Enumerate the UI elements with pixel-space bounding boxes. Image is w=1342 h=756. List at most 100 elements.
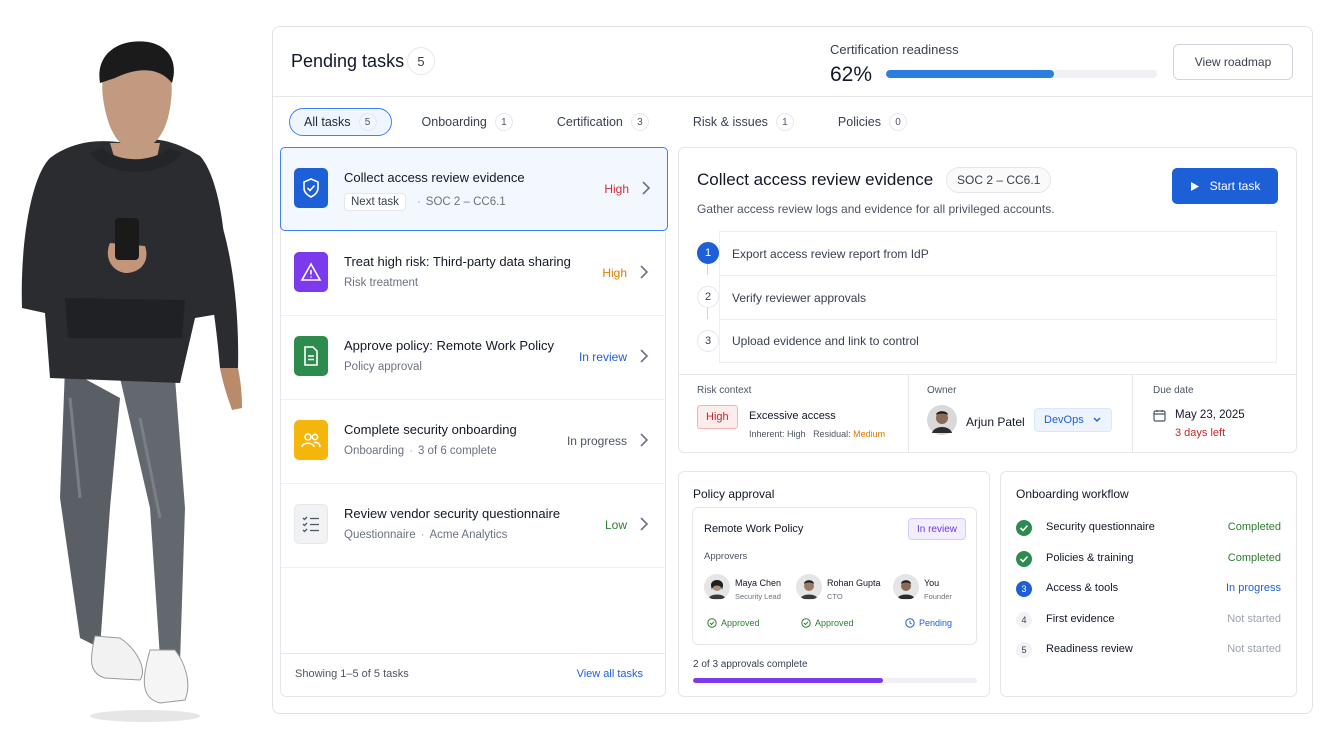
- tasks-card: Pending tasks 5 Certification readiness …: [272, 26, 1313, 714]
- task-item[interactable]: Approve policy: Remote Work Policy Polic…: [281, 316, 665, 400]
- task-progress: 3 of 6 complete: [417, 445, 497, 457]
- task-name: Treat high risk: Third-party data sharin…: [344, 254, 571, 269]
- workflow-step-label: Readiness review: [1046, 643, 1133, 655]
- step-item[interactable]: 1 Export access review report from IdP: [697, 231, 1277, 275]
- task-priority: Low: [604, 518, 627, 532]
- tab-label: Risk & issues: [692, 115, 768, 129]
- tab-risk-issues[interactable]: Risk & issues 1: [679, 108, 808, 136]
- chevron-right-icon: [640, 349, 649, 363]
- task-priority: High: [602, 266, 627, 280]
- task-meta: Risk treatment: [344, 277, 418, 289]
- task-meta-row: Risk context High Excessive access Inher…: [679, 374, 1296, 453]
- task-item[interactable]: Treat high risk: Third-party data sharin…: [281, 232, 665, 316]
- tab-onboarding[interactable]: Onboarding 1: [408, 108, 527, 136]
- task-item[interactable]: Review vendor security questionnaire Que…: [281, 484, 665, 568]
- control-chip: SOC 2 – CC6.1: [946, 167, 1052, 193]
- step-item[interactable]: 2 Verify reviewer approvals: [697, 275, 1277, 319]
- workflow-step-status: Completed: [1227, 552, 1281, 564]
- approval-status-label: Approved: [721, 618, 760, 628]
- task-meta: Questionnaire · Acme Analytics: [344, 529, 508, 541]
- workflow-step-label: First evidence: [1046, 613, 1115, 625]
- tab-count: 5: [358, 113, 377, 131]
- chevron-down-icon: [1093, 417, 1101, 422]
- check-circle-icon: [707, 618, 717, 628]
- avatar: [893, 574, 919, 600]
- users-icon: [294, 420, 328, 460]
- workflow-step-status: Completed: [1227, 521, 1281, 533]
- workflow-step-label: Access & tools: [1046, 582, 1119, 594]
- chevron-right-icon: [640, 517, 649, 531]
- step-label: Upload evidence and link to control: [732, 334, 919, 348]
- workflow-step[interactable]: 4 First evidence Not started: [1016, 610, 1281, 630]
- document-icon: [294, 336, 328, 376]
- view-roadmap-button[interactable]: View roadmap: [1173, 44, 1293, 80]
- days-left: 3 days left: [1175, 427, 1226, 439]
- due-date-section: Due date May 23, 2025 3 days left: [1133, 375, 1297, 453]
- tab-label: Onboarding: [421, 115, 487, 129]
- approval-status-label: Pending: [919, 618, 953, 628]
- task-meta: Policy approval: [344, 361, 422, 373]
- workflow-step[interactable]: Security questionnaire Completed: [1016, 518, 1281, 538]
- task-item[interactable]: Collect access review evidence Next task…: [280, 147, 668, 231]
- workflow-step[interactable]: 3 Access & tools In progress: [1016, 579, 1281, 599]
- risk-scores: Inherent: High Residual: Medium: [749, 429, 885, 439]
- task-status: In review: [578, 350, 627, 364]
- approver-name: Maya Chen: [735, 578, 782, 588]
- workflow-step[interactable]: Policies & training Completed: [1016, 549, 1281, 569]
- view-all-tasks-link[interactable]: View all tasks: [577, 668, 643, 680]
- approval-progress-text: 2 of 3 approvals complete: [693, 659, 808, 670]
- owner-label: Owner: [927, 385, 957, 396]
- chevron-right-icon: [642, 181, 651, 195]
- onboarding-title: Onboarding workflow: [1016, 487, 1129, 501]
- step-number: 3: [697, 330, 719, 352]
- approver-name: Rohan Gupta: [827, 578, 881, 588]
- residual-risk: Medium: [853, 429, 886, 439]
- pagination-info: Showing 1–5 of 5 tasks: [295, 668, 409, 680]
- person-illustration: [21, 41, 242, 722]
- chevron-right-icon: [640, 265, 649, 279]
- step-number: 1: [697, 242, 719, 264]
- tab-certification[interactable]: Certification 3: [543, 108, 663, 136]
- task-steps: 1 Export access review report from IdP 2…: [697, 231, 1277, 363]
- team-dropdown[interactable]: DevOps: [1034, 408, 1112, 432]
- risk-context-label: Risk context: [697, 385, 752, 396]
- readiness-progress-bar: [886, 70, 1157, 78]
- policy-item[interactable]: Remote Work Policy In review Approvers M…: [692, 507, 977, 645]
- workflow-step-status: Not started: [1227, 643, 1281, 655]
- policy-approval-card: Policy approval Remote Work Policy In re…: [678, 471, 990, 697]
- readiness-percent: 62%: [830, 63, 873, 86]
- readiness-progress-fill: [886, 70, 1055, 78]
- task-detail-panel: Collect access review evidence SOC 2 – C…: [678, 147, 1297, 453]
- tab-policies[interactable]: Policies 0: [824, 108, 921, 136]
- risk-title: Excessive access: [749, 410, 836, 422]
- workflow-step-label: Policies & training: [1046, 552, 1134, 564]
- task-item[interactable]: Complete security onboarding Onboarding ·…: [281, 400, 665, 484]
- step-item[interactable]: 3 Upload evidence and link to control: [697, 319, 1277, 363]
- calendar-icon: [1153, 410, 1166, 422]
- policy-status-badge: In review: [907, 518, 966, 540]
- approver-role: Security Lead: [735, 592, 781, 601]
- policy-approval-title: Policy approval: [693, 487, 775, 501]
- owner-section: Owner Arjun Patel DevOps: [909, 375, 1133, 453]
- task-sub: SOC 2 – CC6.1: [425, 196, 506, 208]
- shield-icon: [294, 168, 328, 208]
- tab-label: Certification: [556, 115, 623, 129]
- checklist-icon: [294, 504, 328, 544]
- approver: You Founder: [893, 574, 983, 614]
- tab-all-tasks[interactable]: All tasks 5: [289, 108, 392, 136]
- start-task-button[interactable]: Start task: [1172, 168, 1278, 204]
- task-meta: Next task · SOC 2 – CC6.1: [344, 193, 506, 211]
- approver-role: Founder: [924, 592, 952, 601]
- avatar: [927, 405, 957, 435]
- approval-status-label: Approved: [815, 618, 854, 628]
- approval-status: Pending: [905, 618, 952, 628]
- approver-role: CTO: [827, 592, 843, 601]
- tab-count: 1: [494, 113, 513, 131]
- inherent-risk: Inherent: High: [749, 429, 806, 439]
- task-meta: Onboarding · 3 of 6 complete: [344, 445, 497, 457]
- detail-description: Gather access review logs and evidence f…: [697, 202, 1055, 216]
- due-date-label: Due date: [1153, 385, 1194, 396]
- workflow-step[interactable]: 5 Readiness review Not started: [1016, 640, 1281, 660]
- task-name: Collect access review evidence: [344, 170, 525, 185]
- task-name: Review vendor security questionnaire: [344, 506, 561, 521]
